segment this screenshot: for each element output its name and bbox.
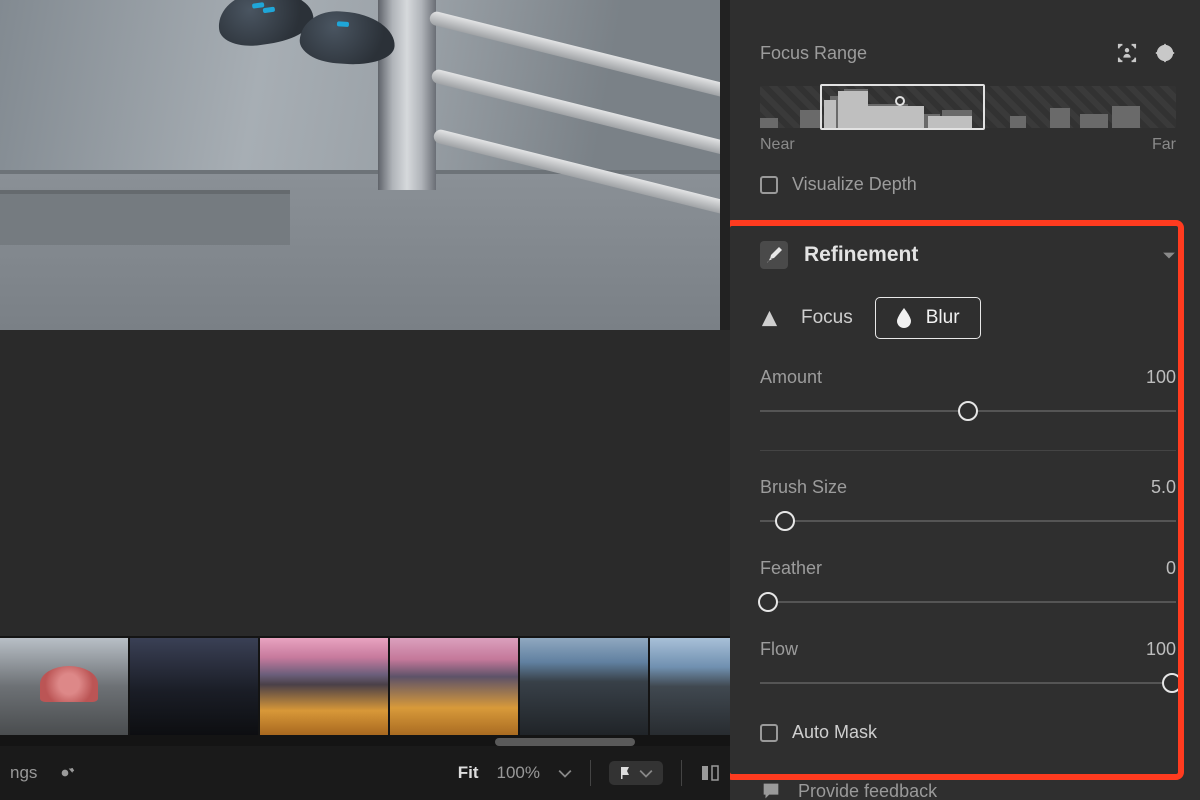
auto-mask-checkbox[interactable] (760, 724, 778, 742)
collapse-chevron-icon[interactable] (1162, 248, 1176, 262)
far-label: Far (1152, 136, 1176, 154)
flow-knob[interactable] (1162, 673, 1182, 693)
flow-value[interactable]: 100 (1146, 639, 1176, 660)
amount-knob[interactable] (958, 401, 978, 421)
brush-size-knob[interactable] (775, 511, 795, 531)
near-label: Near (760, 136, 795, 154)
thumbnail[interactable] (130, 638, 258, 735)
focus-range-slider[interactable] (760, 86, 1176, 128)
focus-tab[interactable]: Focus (801, 307, 853, 329)
subject-focus-icon[interactable] (1116, 42, 1138, 64)
focus-range-selection[interactable] (820, 84, 985, 130)
focus-range-label: Focus Range (760, 43, 867, 64)
main-photo (0, 0, 720, 330)
auto-mask-label: Auto Mask (792, 722, 877, 743)
thumbnail[interactable] (260, 638, 388, 735)
compare-icon[interactable] (700, 763, 720, 783)
flag-icon (619, 766, 633, 780)
chevron-down-icon[interactable] (558, 766, 572, 780)
thumbnail[interactable] (0, 638, 128, 735)
provide-feedback-link[interactable]: Provide feedback (760, 780, 937, 800)
canvas-viewport[interactable] (0, 0, 720, 330)
thumbnail[interactable] (650, 638, 730, 735)
visualize-depth-checkbox[interactable] (760, 176, 778, 194)
target-point-icon[interactable] (1154, 42, 1176, 64)
canvas-empty-area (0, 330, 730, 636)
feather-label: Feather (760, 558, 822, 579)
zoom-value[interactable]: 100% (497, 763, 540, 783)
refinement-title: Refinement (804, 243, 918, 267)
flow-label: Flow (760, 639, 798, 660)
droplet-icon (896, 308, 912, 328)
refinement-header[interactable]: Refinement (760, 241, 1176, 269)
feedback-label: Provide feedback (798, 781, 937, 800)
amount-value[interactable]: 100 (1146, 367, 1176, 388)
visualize-depth-label: Visualize Depth (792, 174, 917, 195)
flow-slider[interactable] (760, 674, 1176, 692)
brush-size-label: Brush Size (760, 477, 847, 498)
amount-label: Amount (760, 367, 822, 388)
feather-value[interactable]: 0 (1166, 558, 1176, 579)
bottom-toolbar: ngs Fit 100% (0, 746, 730, 800)
filmstrip-scrollbar[interactable] (495, 738, 635, 746)
chevron-down-icon (639, 766, 653, 780)
thumbnail[interactable] (390, 638, 518, 735)
settings-label-fragment: ngs (10, 763, 37, 783)
gear-icon[interactable] (55, 763, 75, 783)
focus-range-handle[interactable] (895, 96, 905, 106)
feather-knob[interactable] (758, 592, 778, 612)
flag-dropdown[interactable] (609, 761, 663, 785)
amount-slider[interactable] (760, 402, 1176, 420)
brush-size-value[interactable]: 5.0 (1151, 477, 1176, 498)
focus-triangle-icon (760, 309, 779, 328)
brush-icon (760, 241, 788, 269)
blur-tab[interactable]: Blur (875, 297, 981, 339)
properties-panel: Focus Range Near Far Visualize Depth Ref… (730, 0, 1200, 800)
divider (760, 450, 1176, 451)
feather-slider[interactable] (760, 593, 1176, 611)
fit-label[interactable]: Fit (458, 763, 479, 783)
filmstrip[interactable] (0, 636, 730, 746)
brush-size-slider[interactable] (760, 512, 1176, 530)
blur-tab-label: Blur (926, 307, 960, 329)
thumbnail[interactable] (520, 638, 648, 735)
editor-left-pane: ngs Fit 100% (0, 0, 730, 800)
speech-bubble-icon (760, 780, 782, 800)
